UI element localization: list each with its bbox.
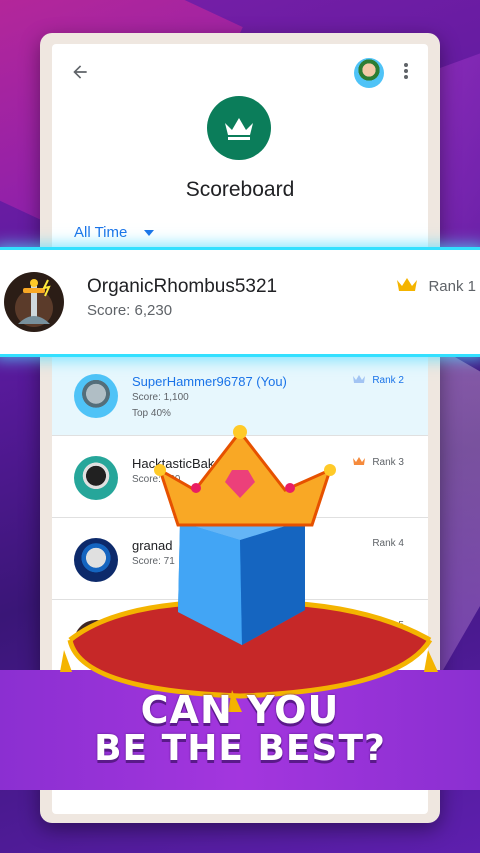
top-player-banner[interactable]: OrganicRhombus5321 Score: 6,230 Rank 1 — [0, 250, 480, 354]
promo-headline: CAN YOU — [140, 688, 340, 732]
player-name: granad — [132, 538, 173, 553]
chevron-down-icon — [143, 230, 154, 237]
leaderboard-row[interactable]: granad Score: 71 Rank 4 — [52, 518, 428, 600]
page-title: Scoreboard — [185, 178, 295, 201]
avatar — [74, 538, 118, 582]
time-filter-dropdown[interactable]: All Time — [74, 224, 154, 241]
arrow-back-icon — [73, 65, 87, 79]
player-percentile: Top 40% — [132, 408, 171, 419]
top-player-score: Score: 6,230 — [87, 302, 173, 319]
avatar — [4, 272, 64, 332]
player-rank: Rank 2 — [352, 374, 404, 386]
more-menu-button[interactable] — [396, 60, 416, 88]
avatar — [74, 374, 118, 418]
player-avatar[interactable] — [354, 58, 384, 88]
player-rank: Rank 5 — [372, 620, 404, 631]
more-vert-icon — [404, 63, 408, 79]
player-rank: Rank 3 — [352, 456, 404, 468]
back-button[interactable] — [68, 62, 92, 86]
leaderboard-row[interactable]: HacktasticBaker123 Score: 720 Rank 3 — [52, 436, 428, 518]
avatar — [74, 620, 118, 664]
top-player-rank: Rank 1 — [396, 277, 476, 295]
crown-icon — [397, 278, 418, 291]
player-score: Score: 1,100 — [132, 392, 189, 403]
crown-icon — [353, 375, 366, 383]
player-name: SuperHammer96787 (You) — [132, 374, 287, 389]
crown-icon — [353, 457, 366, 465]
top-player-name: OrganicRhombus5321 — [87, 276, 278, 297]
player-rank: Rank 4 — [372, 538, 404, 549]
time-filter-label: All Time — [74, 224, 128, 241]
avatar — [74, 456, 118, 500]
leaderboard-row[interactable]: SuperHammer96787 (You) Score: 1,100 Top … — [52, 354, 428, 436]
player-score: Score: 71 — [132, 556, 175, 567]
crown-icon — [225, 118, 253, 140]
player-name: HacktasticBaker123 — [132, 456, 248, 471]
sword-icon — [18, 279, 51, 324]
player-score: Score: 720 — [132, 474, 181, 485]
leaderboard-badge — [207, 96, 271, 160]
promo-headline: BE THE BEST? — [94, 728, 386, 769]
